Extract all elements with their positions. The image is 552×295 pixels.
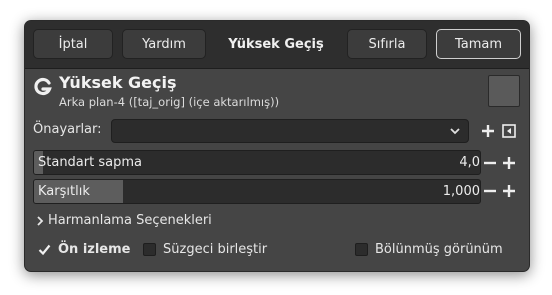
gegl-g-icon bbox=[34, 77, 52, 96]
plus-icon[interactable] bbox=[501, 183, 517, 199]
std-dev-slider[interactable]: Standart sapma 4,0 bbox=[33, 150, 481, 175]
contrast-value[interactable]: 1,000 bbox=[443, 184, 480, 199]
std-dev-label: Standart sapma bbox=[38, 155, 142, 170]
presets-combo[interactable] bbox=[111, 119, 469, 143]
minus-icon[interactable] bbox=[482, 183, 498, 199]
presets-label: Önayarlar: bbox=[33, 122, 102, 137]
check-icon bbox=[38, 244, 51, 255]
high-pass-dialog: İptal Yardım Yüksek Geçiş Sıfırla Tamam … bbox=[24, 20, 530, 272]
chevron-down-icon bbox=[450, 128, 460, 135]
preview-label: Ön izleme bbox=[58, 241, 131, 257]
merge-filter-checkbox[interactable]: Süzgeci birleştir bbox=[143, 241, 267, 257]
checkbox-box bbox=[38, 243, 51, 256]
filter-title: Yüksek Geçiş bbox=[59, 73, 177, 92]
preview-checkbox[interactable]: Ön izleme bbox=[38, 241, 131, 257]
checkbox-box bbox=[143, 242, 156, 256]
blending-options-label: Harmanlama Seçenekleri bbox=[48, 213, 212, 228]
split-view-label: Bölünmüş görünüm bbox=[375, 241, 503, 257]
ok-button[interactable]: Tamam bbox=[436, 29, 521, 59]
merge-filter-label: Süzgeci birleştir bbox=[163, 241, 268, 257]
split-view-checkbox[interactable]: Bölünmüş görünüm bbox=[355, 241, 503, 257]
std-dev-value[interactable]: 4,0 bbox=[459, 155, 480, 170]
plus-icon[interactable] bbox=[501, 155, 517, 171]
dialog-title: Yüksek Geçiş bbox=[228, 36, 324, 52]
preset-menu-icon[interactable] bbox=[501, 123, 517, 139]
checkbox-box bbox=[355, 242, 368, 256]
reset-button[interactable]: Sıfırla bbox=[347, 29, 427, 59]
blending-options-expander[interactable]: Harmanlama Seçenekleri bbox=[35, 213, 212, 228]
chevron-right-icon bbox=[37, 215, 44, 226]
contrast-label: Karşıtlık bbox=[38, 184, 90, 199]
plus-icon[interactable] bbox=[480, 123, 496, 139]
dialog-header: İptal Yardım Yüksek Geçiş Sıfırla Tamam bbox=[25, 21, 529, 69]
contrast-slider[interactable]: Karşıtlık 1,000 bbox=[33, 179, 481, 204]
help-button[interactable]: Yardım bbox=[122, 29, 206, 59]
layer-thumbnail bbox=[488, 75, 520, 107]
filter-subtitle: Arka plan-4 ([taj_orig] (içe aktarılmış)… bbox=[59, 95, 280, 109]
cancel-button[interactable]: İptal bbox=[33, 29, 113, 59]
minus-icon[interactable] bbox=[482, 155, 498, 171]
